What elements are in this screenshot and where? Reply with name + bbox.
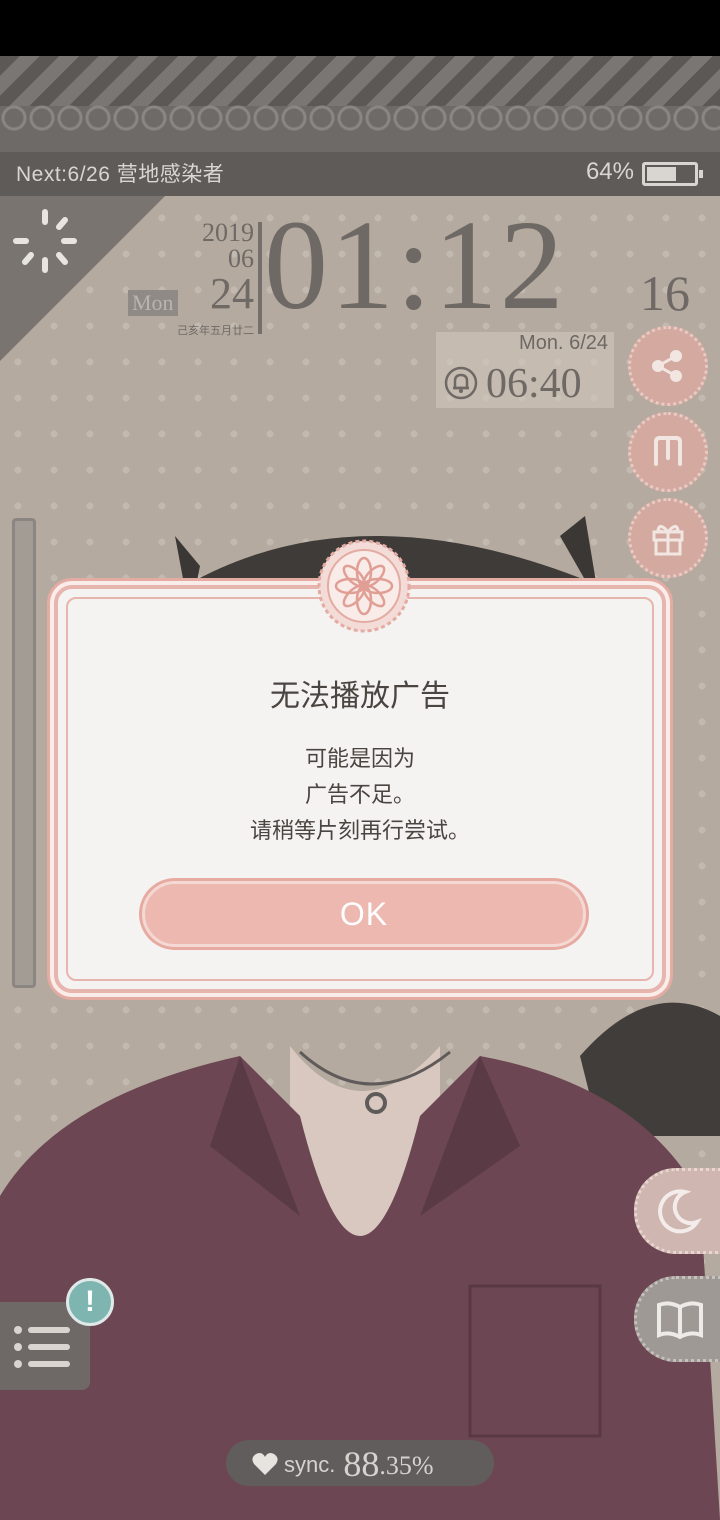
- night-mode-button[interactable]: [634, 1168, 720, 1254]
- book-button[interactable]: [634, 1276, 720, 1362]
- clock-time: 01:12: [264, 194, 566, 336]
- info-bar: Next:6/26 营地感染者 64%: [0, 152, 720, 196]
- day-text: 24: [210, 269, 254, 318]
- m-button[interactable]: [628, 412, 708, 492]
- alert-badge-icon: !: [66, 1278, 114, 1326]
- weekday-badge: Mon: [128, 290, 178, 316]
- date-block: 2019 06 Mon 24 己亥年五月廿二: [128, 218, 262, 338]
- share-button[interactable]: [628, 326, 708, 406]
- sync-value-int: 88: [343, 1444, 380, 1484]
- sync-indicator: sync. 88 .35%: [226, 1440, 494, 1486]
- list-menu-icon: [14, 1326, 70, 1368]
- battery-percent: 64%: [585, 158, 634, 185]
- ok-button[interactable]: OK: [142, 881, 586, 947]
- alarm-box[interactable]: Mon. 6/24 06:40: [436, 332, 614, 408]
- system-statusbar: [0, 0, 720, 56]
- lace-flower-icon: [317, 539, 411, 633]
- ad-error-dialog: 无法播放广告 可能是因为 广告不足。 请稍等片刻再行尝试。 OK: [54, 539, 666, 993]
- moon-icon: [658, 1189, 702, 1234]
- sync-label: sync.: [284, 1452, 336, 1477]
- date-divider: [258, 222, 262, 334]
- dialog-message-line: 请稍等片刻再行尝试。: [249, 818, 470, 843]
- clock-seconds: 16: [640, 265, 690, 321]
- short-date: Mon. 6/24: [519, 332, 608, 354]
- share-icon: [652, 350, 682, 382]
- next-event-label: Next:6/26 营地感染者: [16, 163, 225, 186]
- heart-icon: [252, 1453, 278, 1475]
- lunar-date: 己亥年五月廿二: [177, 325, 254, 337]
- battery-icon: [642, 162, 703, 186]
- dialog-message-line: 可能是因为: [304, 746, 415, 771]
- dialog-title: 无法播放广告: [270, 680, 450, 713]
- book-icon: [657, 1301, 703, 1340]
- alarm-time: 06:40: [486, 361, 582, 407]
- lace-header-band: [0, 56, 720, 152]
- sync-value-decimal: .35%: [379, 1451, 434, 1480]
- dialog-message-line: 广告不足。: [304, 782, 415, 807]
- battery-fill: [647, 167, 676, 181]
- dialog-message: 可能是因为 广告不足。 请稍等片刻再行尝试。: [58, 741, 662, 849]
- bell-icon: [444, 366, 478, 400]
- loading-spinner-icon: [13, 209, 77, 273]
- m-icon: [654, 436, 682, 466]
